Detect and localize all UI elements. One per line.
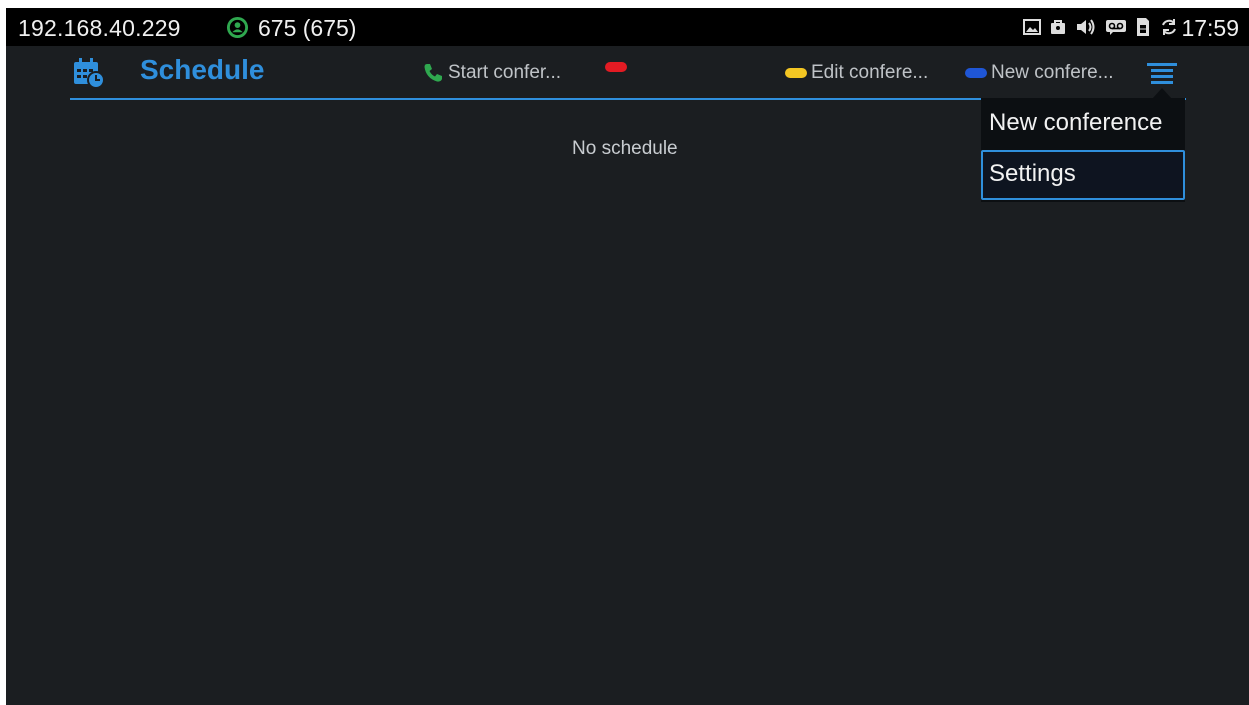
- sync-icon: [1162, 19, 1176, 35]
- screen: 192.168.40.229 675 (675) 17:59 Schedule …: [6, 8, 1249, 705]
- start-conference-label: Start confer...: [448, 62, 561, 83]
- lock-bag-icon: [1051, 20, 1065, 34]
- menu-item-new-conference[interactable]: New conference: [981, 98, 1185, 148]
- image-icon: [1023, 19, 1041, 35]
- menu-icon[interactable]: [1145, 58, 1181, 90]
- voicemail-icon: [1106, 20, 1126, 35]
- app-header: Schedule Start confer... Edit confere...…: [6, 46, 1249, 100]
- edit-conference-label: Edit confere...: [811, 62, 929, 83]
- account-label: 675 (675): [258, 15, 357, 41]
- red-key-icon: [605, 62, 627, 72]
- schedule-calendar-icon: [74, 58, 105, 89]
- menu-item-settings[interactable]: Settings: [981, 150, 1185, 200]
- status-bar: 192.168.40.229 675 (675) 17:59: [6, 8, 1249, 46]
- ip-address: 192.168.40.229: [18, 15, 181, 41]
- phone-icon: [424, 64, 442, 82]
- new-conference-label: New confere...: [991, 62, 1114, 83]
- red-key-hint[interactable]: [605, 62, 631, 72]
- empty-schedule-message: No schedule: [572, 138, 678, 159]
- clock: 17:59: [1181, 15, 1239, 41]
- options-popup-menu: New conference Settings: [981, 98, 1185, 202]
- sim-card-icon: [1137, 18, 1149, 36]
- blue-key-icon: [965, 68, 987, 78]
- start-conference-hint[interactable]: Start confer...: [422, 62, 561, 84]
- status-icons: [1023, 17, 1179, 37]
- new-conference-hint[interactable]: New confere...: [965, 62, 1114, 84]
- account-icon: [226, 16, 249, 39]
- yellow-key-icon: [785, 68, 807, 78]
- page-title: Schedule: [140, 54, 265, 85]
- volume-icon: [1077, 19, 1095, 35]
- edit-conference-hint[interactable]: Edit confere...: [785, 62, 928, 84]
